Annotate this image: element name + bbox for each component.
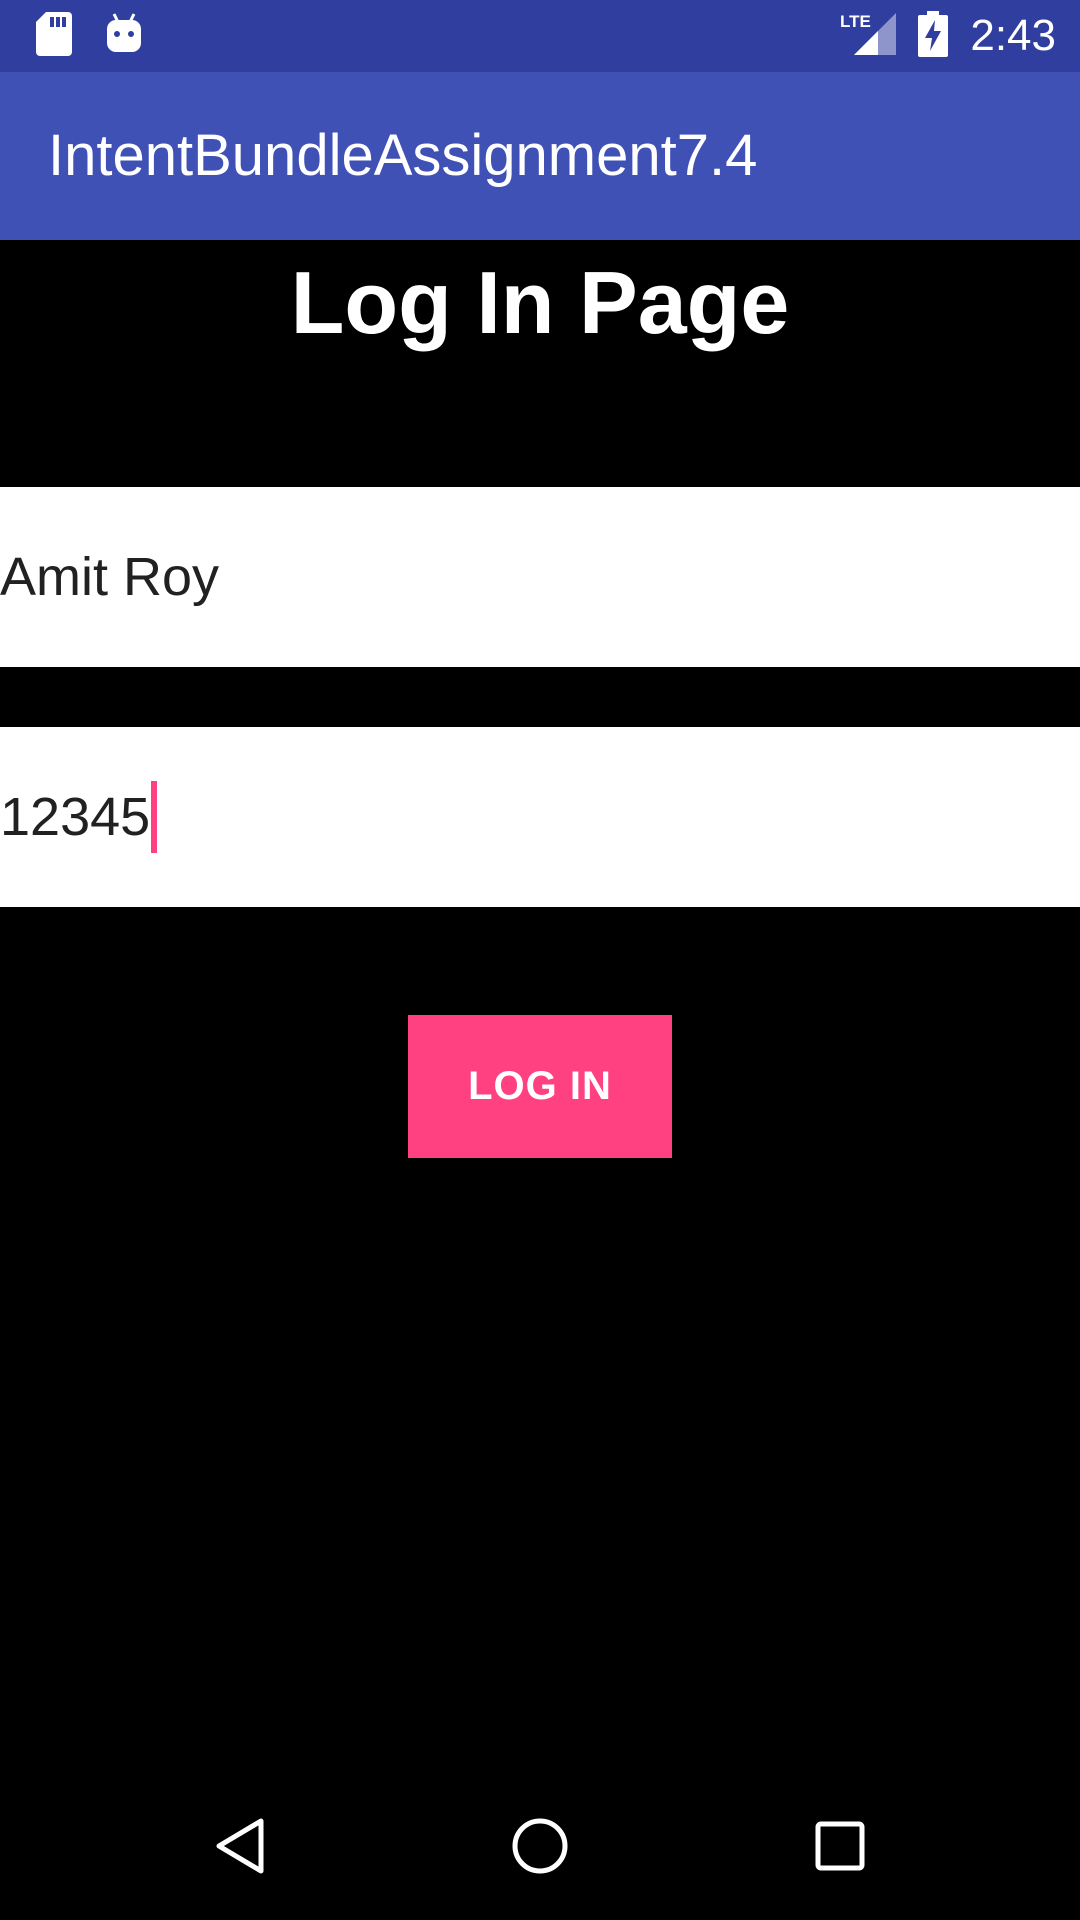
password-field[interactable]: 12345: [0, 727, 1080, 907]
status-left-icons: [36, 11, 142, 61]
lte-signal-icon: LTE: [840, 11, 897, 62]
text-cursor: [151, 781, 158, 853]
app-title: IntentBundleAssignment7.4: [48, 123, 758, 188]
username-value: Amit Roy: [0, 547, 220, 607]
android-debug-icon: [106, 12, 142, 61]
nav-recents-button[interactable]: [760, 1776, 920, 1920]
username-field[interactable]: Amit Roy: [0, 487, 1080, 667]
sd-card-icon: [36, 11, 72, 61]
battery-charging-icon: [918, 10, 949, 62]
back-icon: [213, 1817, 267, 1880]
login-button[interactable]: LOG IN: [408, 1015, 672, 1158]
nav-bar: [0, 1776, 1080, 1920]
nav-home-button[interactable]: [460, 1776, 620, 1920]
status-right-icons: LTE 2:43: [840, 10, 1056, 62]
password-value: 12345: [0, 787, 151, 847]
login-button-label: LOG IN: [468, 1064, 612, 1108]
status-time: 2:43: [970, 11, 1056, 60]
app-bar: IntentBundleAssignment7.4: [0, 72, 1080, 240]
status-bar: LTE 2:43: [0, 0, 1080, 72]
page-heading: Log In Page: [290, 253, 790, 352]
lte-label: LTE: [840, 12, 871, 31]
password-text-row: 12345: [0, 727, 158, 907]
home-icon: [510, 1816, 570, 1881]
nav-back-button[interactable]: [160, 1776, 320, 1920]
recents-icon: [814, 1820, 866, 1877]
